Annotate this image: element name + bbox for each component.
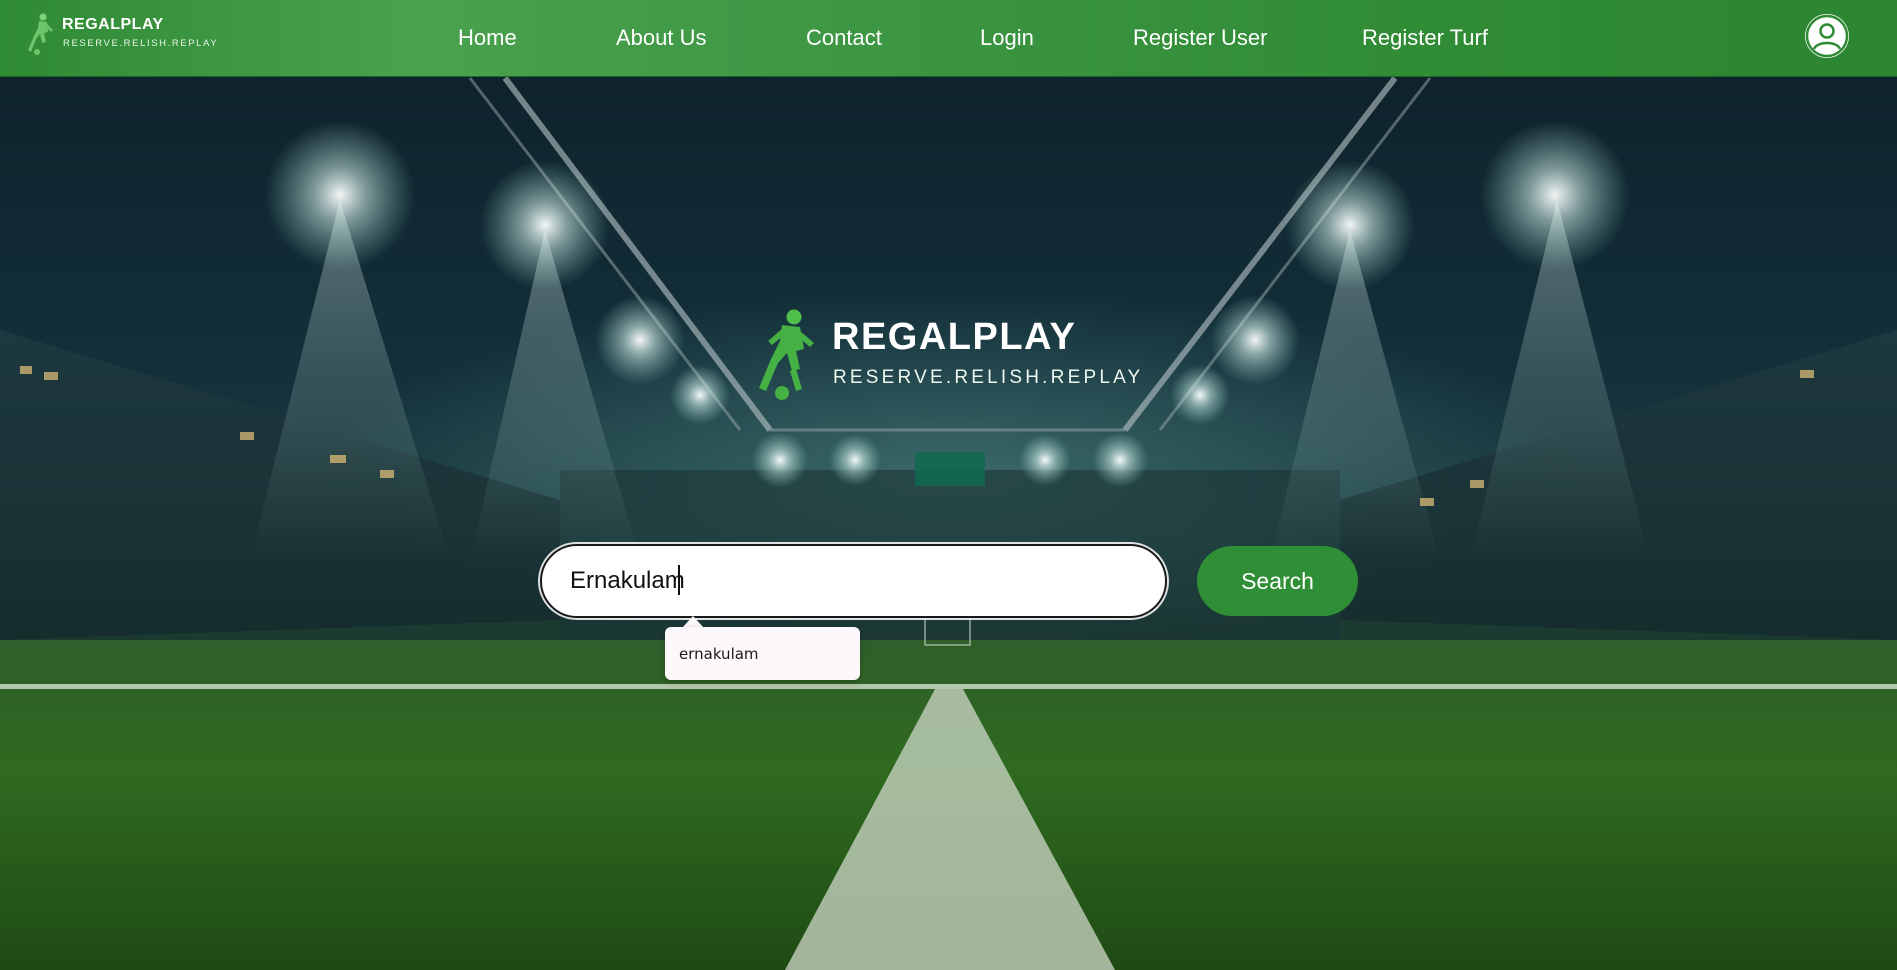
stadium-illustration (0, 76, 1897, 970)
nav-register-turf[interactable]: Register Turf (1362, 25, 1488, 51)
profile-button[interactable] (1805, 14, 1849, 58)
soccer-player-logo-icon (28, 13, 53, 55)
nav-login[interactable]: Login (980, 25, 1034, 51)
hero-tagline: RESERVE.RELISH.REPLAY (833, 367, 1144, 388)
top-navbar: REGALPLAY RESERVE.RELISH.REPLAY Home Abo… (0, 0, 1897, 77)
brand-tagline: RESERVE.RELISH.REPLAY (63, 38, 219, 49)
nav-contact[interactable]: Contact (806, 25, 882, 51)
hero-logo: REGALPLAY RESERVE.RELISH.REPLAY (752, 307, 1152, 402)
brand-title: REGALPLAY (62, 16, 164, 33)
suggestion-dropdown: ernakulam (665, 627, 860, 680)
brand-logo-link[interactable]: REGALPLAY RESERVE.RELISH.REPLAY (26, 12, 217, 56)
suggestion-item[interactable]: ernakulam (679, 645, 759, 663)
location-search-input[interactable] (540, 544, 1167, 618)
stadium-background (0, 0, 1897, 970)
nav-about-us[interactable]: About Us (616, 25, 707, 51)
user-circle-icon (1805, 14, 1849, 58)
soccer-player-icon (759, 309, 814, 400)
nav-home[interactable]: Home (458, 25, 517, 51)
hero-title: REGALPLAY (832, 316, 1077, 358)
search-button[interactable]: Search (1197, 546, 1358, 616)
text-caret (678, 565, 680, 595)
nav-register-user[interactable]: Register User (1133, 25, 1267, 51)
